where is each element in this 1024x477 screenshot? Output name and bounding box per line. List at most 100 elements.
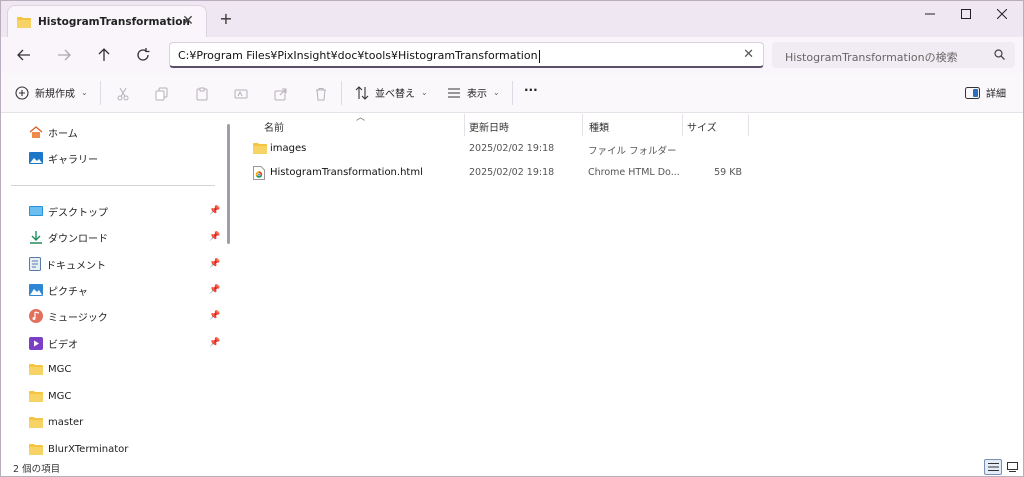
search-icon[interactable]	[994, 49, 1005, 63]
command-bar: 新規作成 ⌄ 並べ替え ⌄ 表示 ⌄ ··· 詳細	[1, 73, 1023, 113]
tiles-view-button[interactable]	[1003, 459, 1021, 475]
sidebar-item-pictures[interactable]: ピクチャ	[29, 281, 88, 299]
tiles-view-icon	[1006, 462, 1018, 472]
video-icon	[29, 336, 43, 350]
pin-icon[interactable]: 📌	[209, 311, 220, 321]
new-button[interactable]: 新規作成 ⌄	[15, 85, 88, 100]
maximize-button[interactable]	[948, 5, 984, 23]
copy-icon	[155, 87, 168, 101]
minimize-icon	[925, 13, 935, 15]
pin-icon[interactable]: 📌	[209, 285, 220, 295]
copy-button[interactable]	[153, 85, 171, 103]
paste-button[interactable]	[193, 85, 211, 103]
pictures-icon	[29, 284, 43, 296]
tab-close-button[interactable]: ✕	[179, 12, 197, 30]
pin-icon[interactable]: 📌	[209, 259, 220, 269]
sidebar-item-label: ホーム	[48, 128, 78, 140]
view-lines-icon	[448, 87, 460, 98]
column-separator[interactable]	[464, 114, 465, 136]
sidebar-item-label: MGC	[48, 390, 72, 402]
details-pane-button[interactable]: 詳細	[965, 85, 1006, 100]
sidebar-item-label: ダウンロード	[48, 233, 108, 245]
file-name: images	[270, 143, 307, 154]
sidebar-item-label: ピクチャ	[48, 286, 88, 298]
share-icon	[274, 88, 287, 101]
view-button[interactable]: 表示 ⌄	[447, 85, 500, 100]
refresh-button[interactable]	[132, 45, 154, 65]
column-separator[interactable]	[582, 114, 583, 136]
new-tab-button[interactable]: +	[217, 10, 235, 28]
sort-button-label: 並べ替え	[375, 89, 415, 100]
clear-address-button[interactable]: ✕	[743, 47, 754, 62]
sidebar-item-label: BlurXTerminator	[48, 443, 129, 455]
desktop-icon	[29, 206, 43, 216]
chevron-down-icon: ⌄	[81, 88, 88, 97]
divider	[100, 81, 101, 105]
sidebar-item-desktop[interactable]: デスクトップ	[29, 202, 108, 220]
folder-icon	[17, 16, 31, 31]
file-row[interactable]: images 2025/02/02 19:18 ファイル フォルダー	[248, 139, 988, 159]
address-bar[interactable]: C:¥Program Files¥PixInsight¥doc¥tools¥Hi…	[169, 42, 764, 68]
new-button-label: 新規作成	[35, 89, 75, 100]
sidebar-item-downloads[interactable]: ダウンロード	[29, 228, 108, 246]
arrow-left-icon	[17, 49, 30, 61]
sort-ascending-icon: ︿	[356, 113, 366, 123]
up-button[interactable]	[93, 45, 115, 65]
sidebar-item-mgc[interactable]: MGC	[29, 360, 71, 378]
file-row[interactable]: HistogramTransformation.html 2025/02/02 …	[248, 163, 988, 183]
rename-button[interactable]	[232, 85, 250, 103]
minimize-button[interactable]	[912, 5, 948, 23]
column-header-modified[interactable]: 更新日時	[469, 119, 509, 134]
column-header-type[interactable]: 種類	[589, 119, 609, 134]
pin-icon[interactable]: 📌	[209, 206, 220, 216]
sidebar-item-home[interactable]: ホーム	[29, 123, 78, 141]
sidebar-item-music[interactable]: ミュージック	[29, 307, 108, 325]
item-count: 2 個の項目	[13, 464, 61, 475]
home-icon	[29, 125, 43, 138]
share-button[interactable]	[272, 85, 290, 103]
sort-button[interactable]: 並べ替え ⌄	[355, 85, 428, 100]
document-icon	[29, 257, 41, 271]
sidebar-scrollbar[interactable]	[227, 124, 230, 244]
column-header-size[interactable]: サイズ	[687, 119, 717, 134]
details-pane-icon	[965, 86, 980, 99]
column-separator[interactable]	[682, 114, 683, 136]
details-view-button[interactable]	[984, 459, 1002, 475]
sort-icon	[355, 85, 369, 100]
file-list: ︿ 名前 更新日時 種類 サイズ images 2025/02/02 19:18…	[234, 113, 1023, 458]
more-options-button[interactable]: ···	[524, 83, 538, 97]
delete-button[interactable]	[312, 85, 330, 103]
sidebar-item-label: ギャラリー	[48, 154, 98, 166]
back-button[interactable]	[13, 45, 35, 65]
sidebar-item-videos[interactable]: ビデオ	[29, 334, 78, 352]
address-path: C:¥Program Files¥PixInsight¥doc¥tools¥Hi…	[178, 49, 538, 62]
file-type: ファイル フォルダー	[588, 146, 677, 157]
folder-icon	[29, 444, 43, 455]
tab-active[interactable]: HistogramTransformation ✕	[7, 5, 207, 37]
scissors-icon	[117, 87, 129, 101]
details-view-icon	[987, 463, 999, 471]
column-separator[interactable]	[748, 114, 749, 136]
file-name: HistogramTransformation.html	[270, 167, 423, 178]
close-window-button[interactable]	[984, 5, 1020, 23]
trash-icon	[316, 88, 326, 101]
sidebar-item-documents[interactable]: ドキュメント	[29, 255, 106, 273]
folder-icon	[29, 364, 43, 375]
sidebar-item-master[interactable]: master	[29, 413, 83, 431]
column-header-name[interactable]: 名前	[264, 119, 284, 134]
cut-button[interactable]	[114, 85, 132, 103]
navigation-pane: ホーム ギャラリー デスクトップ 📌 ダウンロード 📌 ドキュメント 📌 ピクチ…	[1, 114, 233, 458]
sidebar-item-blurxterminator[interactable]: BlurXTerminator	[29, 440, 128, 458]
sidebar-item-mgc[interactable]: MGC	[29, 387, 71, 405]
music-icon	[29, 309, 43, 323]
plus-circle-icon	[15, 85, 29, 100]
search-box[interactable]: HistogramTransformationの検索	[772, 42, 1015, 68]
chrome-html-icon	[253, 166, 265, 183]
pin-icon[interactable]: 📌	[209, 232, 220, 242]
forward-button[interactable]	[53, 45, 75, 65]
pin-icon[interactable]: 📌	[209, 338, 220, 348]
sidebar-item-gallery[interactable]: ギャラリー	[29, 149, 98, 167]
explorer-window: HistogramTransformation ✕ + C:¥Program F…	[0, 0, 1024, 477]
rename-icon	[234, 89, 248, 99]
view-button-label: 表示	[467, 89, 487, 100]
